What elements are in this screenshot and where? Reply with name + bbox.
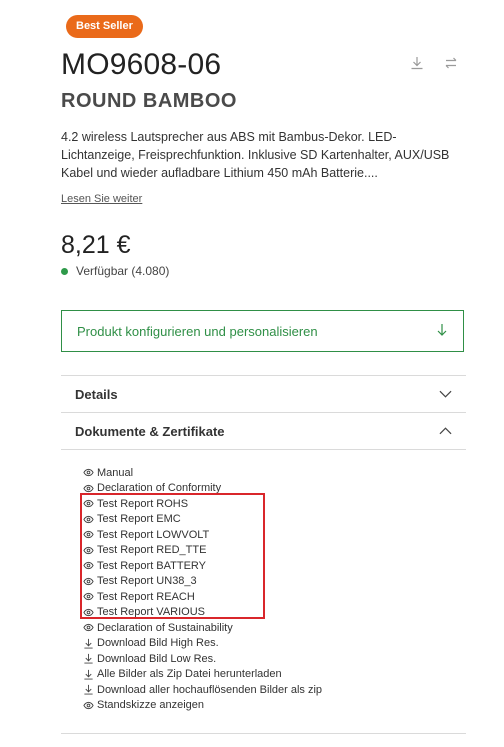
download-icon	[83, 638, 94, 649]
accordion-details[interactable]: Details	[61, 376, 466, 412]
product-description: 4.2 wireless Lautsprecher aus ABS mit Ba…	[61, 130, 450, 180]
download-icon	[83, 653, 94, 664]
document-label: Download Bild Low Res.	[97, 652, 217, 665]
configure-label: Produkt konfigurieren und personalisiere…	[77, 323, 318, 339]
highlight-box	[80, 493, 265, 619]
document-link[interactable]: Download aller hochauflösenden Bilder al…	[83, 682, 322, 698]
compare-icon[interactable]	[444, 56, 458, 70]
chevron-up-icon	[439, 422, 452, 440]
document-label: Download aller hochauflösenden Bilder al…	[97, 683, 323, 696]
download-icon	[83, 684, 94, 695]
document-link[interactable]: Download Bild High Res.	[83, 636, 322, 652]
read-more-link[interactable]: Lesen Sie weiter	[61, 193, 142, 205]
document-link[interactable]: Alle Bilder als Zip Datei herunterladen	[83, 667, 322, 683]
availability: Verfügbar (4.080)	[61, 264, 169, 278]
product-code: MO9608-06	[61, 48, 222, 81]
document-link[interactable]: Standskizze anzeigen	[83, 698, 322, 714]
availability-dot-icon	[61, 267, 68, 275]
accordion-documents-title: Dokumente & Zertifikate	[75, 423, 225, 439]
divider	[61, 733, 466, 734]
eye-icon	[83, 467, 94, 478]
divider	[61, 449, 466, 450]
document-link[interactable]: Download Bild Low Res.	[83, 651, 322, 667]
best-seller-badge: Best Seller	[66, 15, 143, 38]
top-actions	[410, 56, 458, 70]
product-price: 8,21 €	[61, 231, 131, 259]
document-label: Download Bild High Res.	[97, 637, 219, 650]
download-icon	[83, 669, 94, 680]
document-label: Declaration of Sustainability	[97, 621, 233, 634]
download-icon[interactable]	[410, 56, 424, 70]
document-link[interactable]: Manual	[83, 465, 322, 481]
arrow-down-icon	[436, 323, 448, 340]
document-label: Alle Bilder als Zip Datei herunterladen	[97, 668, 282, 681]
configure-button[interactable]: Produkt konfigurieren und personalisiere…	[61, 310, 464, 352]
eye-icon	[83, 622, 94, 633]
chevron-down-icon	[439, 385, 452, 403]
product-name: ROUND BAMBOO	[61, 90, 237, 112]
accordion-details-title: Details	[75, 386, 118, 402]
document-label: Manual	[97, 466, 134, 479]
document-link[interactable]: Declaration of Sustainability	[83, 620, 322, 636]
availability-text: Verfügbar (4.080)	[76, 264, 170, 278]
eye-icon	[83, 700, 94, 711]
document-label: Standskizze anzeigen	[97, 699, 205, 712]
accordion-documents[interactable]: Dokumente & Zertifikate	[61, 413, 466, 449]
